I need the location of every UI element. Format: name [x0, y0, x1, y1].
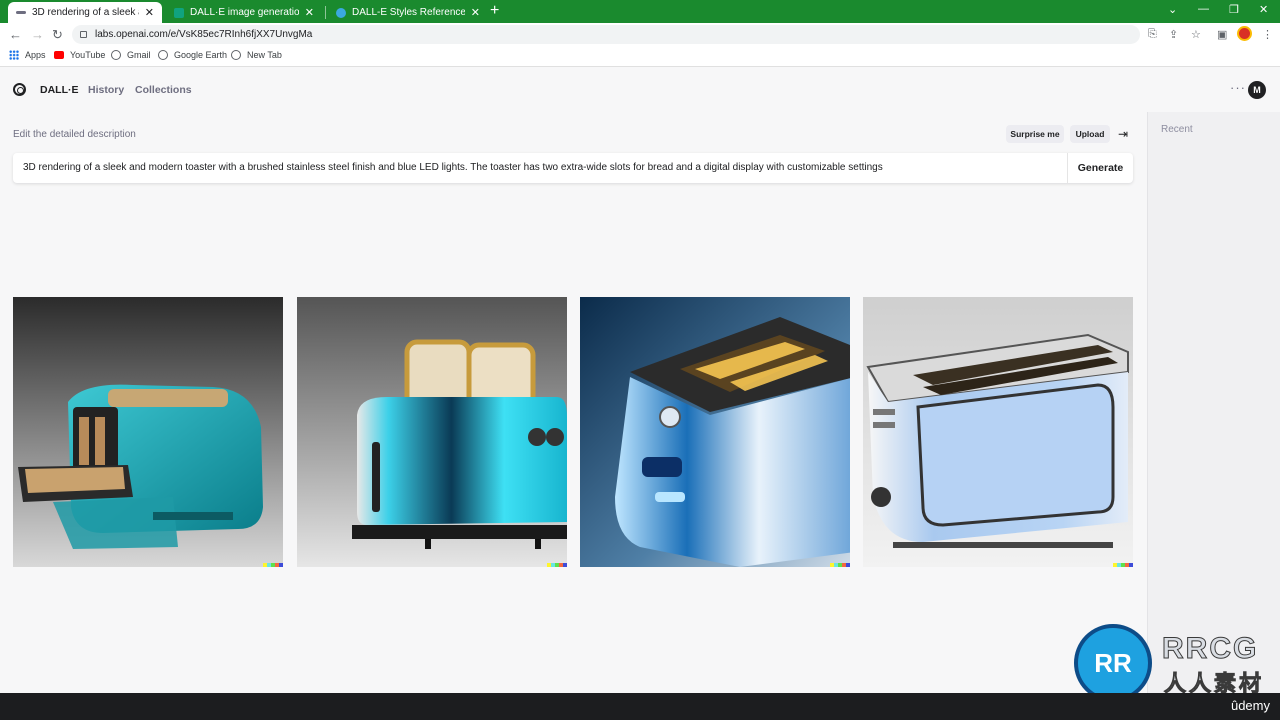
- nav-collections[interactable]: Collections: [135, 84, 192, 96]
- address-bar[interactable]: labs.openai.com/e/VsK85ec7RInh6fjXX7Unvg…: [72, 25, 1140, 44]
- lock-icon: [80, 31, 87, 38]
- prompt-input[interactable]: 3D rendering of a sleek and modern toast…: [13, 153, 1133, 183]
- dalle-signature-mark: [830, 563, 850, 567]
- generate-button[interactable]: Generate: [1067, 153, 1133, 183]
- browser-toolbar: ← → ↻ labs.openai.com/e/VsK85ec7RInh6fjX…: [0, 23, 1280, 46]
- dalle-signature-mark: [263, 563, 283, 567]
- nav-history[interactable]: History: [88, 84, 124, 96]
- surprise-me-button[interactable]: Surprise me: [1006, 125, 1064, 143]
- dalle-signature-mark: [1113, 563, 1133, 567]
- recent-sidebar: Recent: [1147, 112, 1280, 693]
- back-icon[interactable]: ←: [9, 27, 22, 42]
- side-panel-icon[interactable]: ▣: [1217, 28, 1227, 41]
- rrcg-logo-icon: RR: [1074, 624, 1152, 702]
- bookmark-google-earth[interactable]: Google Earth: [158, 50, 227, 60]
- dalle-favicon-icon: [16, 11, 26, 14]
- more-options-icon[interactable]: ···: [1230, 80, 1246, 95]
- openai-favicon-icon: [174, 7, 184, 18]
- result-image-4[interactable]: [863, 297, 1133, 567]
- upload-button[interactable]: Upload: [1070, 125, 1110, 143]
- minimize-icon[interactable]: —: [1198, 3, 1209, 15]
- tab-separator: [325, 6, 326, 19]
- styles-favicon-icon: [336, 7, 346, 18]
- forward-icon[interactable]: →: [31, 27, 44, 42]
- dalle-signature-mark: [547, 563, 567, 567]
- result-image-1[interactable]: [13, 297, 283, 567]
- tab-search-icon[interactable]: ⌄: [1168, 3, 1177, 16]
- globe-icon: [158, 50, 168, 60]
- bookmark-youtube[interactable]: YouTube: [54, 50, 105, 60]
- close-tab-icon[interactable]: ✕: [145, 6, 154, 19]
- close-tab-icon[interactable]: ✕: [305, 6, 314, 19]
- app-header: DALL·E History Collections ··· M: [0, 68, 1280, 112]
- globe-icon: [111, 50, 121, 60]
- openai-logo-icon[interactable]: [13, 83, 26, 96]
- bookmark-gmail[interactable]: Gmail: [111, 50, 151, 60]
- tab-dalle-image-generation[interactable]: DALL·E image generation. ✕: [166, 2, 322, 23]
- tab-dalle-styles-reference[interactable]: DALL-E Styles Reference with Pro ✕: [328, 2, 488, 23]
- recent-heading: Recent: [1161, 124, 1193, 135]
- bookmark-star-icon[interactable]: ☆: [1191, 28, 1201, 41]
- user-avatar[interactable]: M: [1248, 81, 1266, 99]
- watermark-text: RRCG: [1161, 632, 1259, 666]
- result-image-2[interactable]: [297, 297, 567, 567]
- profile-avatar[interactable]: [1237, 26, 1252, 41]
- browser-tab-strip: 3D rendering of a sleek and mod ✕ DALL·E…: [0, 0, 1280, 23]
- restore-icon[interactable]: ❐: [1229, 3, 1239, 16]
- apps-grid-icon: [9, 50, 19, 60]
- share-icon[interactable]: ⇪: [1169, 28, 1178, 41]
- edit-description-label: Edit the detailed description: [13, 129, 136, 140]
- install-app-icon[interactable]: ⎘: [1148, 28, 1157, 41]
- globe-icon: [231, 50, 241, 60]
- window-close-icon[interactable]: ✕: [1259, 3, 1268, 16]
- result-image-3[interactable]: [580, 297, 850, 567]
- close-tab-icon[interactable]: ✕: [471, 6, 480, 19]
- video-bottom-bar: ûdemy: [0, 693, 1280, 720]
- prompt-text[interactable]: 3D rendering of a sleek and modern toast…: [23, 162, 883, 173]
- new-tab-icon[interactable]: +: [490, 2, 499, 20]
- bookmark-apps[interactable]: Apps: [9, 50, 46, 60]
- bookmarks-bar: Apps YouTube Gmail Google Earth New Tab: [0, 46, 1280, 67]
- browser-menu-icon[interactable]: ⋮: [1262, 28, 1273, 41]
- reload-icon[interactable]: ↻: [52, 27, 63, 43]
- url-text: labs.openai.com/e/VsK85ec7RInh6fjXX7Unvg…: [95, 29, 313, 40]
- udemy-logo: ûdemy: [1230, 698, 1270, 713]
- youtube-icon: [54, 51, 64, 59]
- tab-dalle-prompt[interactable]: 3D rendering of a sleek and mod ✕: [8, 2, 162, 23]
- rrcg-watermark: RR RRCG 人人素材: [1074, 624, 1280, 702]
- nav-dalle[interactable]: DALL·E: [40, 84, 79, 96]
- collapse-sidebar-icon[interactable]: ⇥: [1118, 127, 1128, 141]
- bookmark-new-tab[interactable]: New Tab: [231, 50, 282, 60]
